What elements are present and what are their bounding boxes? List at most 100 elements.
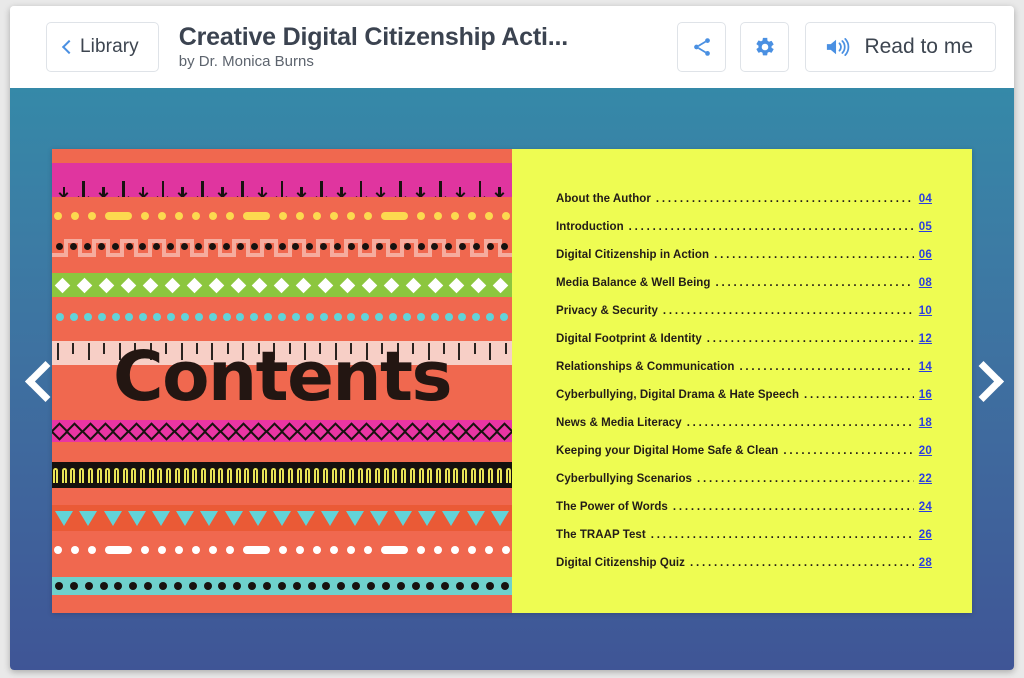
dash-mark (105, 546, 132, 554)
dot-mark (486, 582, 494, 590)
gear-icon (754, 36, 776, 58)
diamond-mark (208, 277, 224, 293)
dash-mark (417, 212, 425, 220)
chevron-left-icon (25, 364, 55, 394)
dash-mark (468, 546, 476, 554)
toc-entry[interactable]: Media Balance & Well Being..............… (556, 277, 932, 305)
toc-entry[interactable]: Keeping your Digital Home Safe & Clean..… (556, 445, 932, 473)
dot-mark (375, 313, 383, 321)
diamond-mark (449, 277, 465, 293)
settings-button[interactable] (740, 22, 789, 72)
toc-entry-title: The Power of Words (556, 501, 668, 513)
squiggle-mark (70, 468, 75, 483)
diamond-mark (471, 277, 487, 293)
dot-mark (293, 582, 301, 590)
toc-entry[interactable]: Digital Footprint & Identity............… (556, 333, 932, 361)
toc-entry[interactable]: Digital Citizenship Quiz................… (556, 557, 932, 585)
dot-mark (112, 313, 120, 321)
squiggle-mark (210, 468, 215, 483)
squiggle-mark (332, 468, 337, 483)
dot-mark (382, 582, 390, 590)
toc-entry[interactable]: Cyberbullying Scenarios.................… (556, 473, 932, 501)
toc-entry-title: Cyberbullying Scenarios (556, 473, 692, 485)
dot-mark (153, 243, 160, 250)
diamond-mark (77, 277, 93, 293)
dot-mark (248, 582, 256, 590)
toc-entry-title: Digital Citizenship in Action (556, 249, 709, 261)
next-page-button[interactable] (954, 88, 1014, 670)
dot-mark (308, 582, 316, 590)
toc-entry-page-number[interactable]: 12 (919, 333, 932, 345)
dot-mark (233, 582, 241, 590)
squiggle-mark (479, 468, 484, 483)
dot-mark (472, 313, 480, 321)
chevron-left-icon (62, 40, 71, 55)
toc-entry[interactable]: The TRAAP Test..........................… (556, 529, 932, 557)
dot-mark (412, 582, 420, 590)
read-to-me-button[interactable]: Read to me (805, 22, 996, 72)
toc-leader-dots: ........................................… (663, 306, 914, 318)
dot-mark (98, 313, 106, 321)
toc-entry-page-number[interactable]: 16 (919, 389, 932, 401)
dot-mark (306, 243, 313, 250)
decorative-teal-dot-band (52, 577, 512, 595)
toc-entry-title: The TRAAP Test (556, 529, 646, 541)
dot-mark (251, 243, 258, 250)
dot-mark (334, 313, 342, 321)
dash-mark (330, 212, 338, 220)
dot-mark (322, 582, 330, 590)
toc-entry[interactable]: Digital Citizenship in Action...........… (556, 249, 932, 277)
dot-mark (320, 313, 328, 321)
dot-mark (337, 582, 345, 590)
toc-entry-page-number[interactable]: 06 (919, 249, 932, 261)
dot-mark (139, 243, 146, 250)
toc-entry-page-number[interactable]: 24 (919, 501, 932, 513)
toc-entry[interactable]: Cyberbullying, Digital Drama & Hate Spee… (556, 389, 932, 417)
book-page-right[interactable]: About the Author........................… (512, 149, 972, 613)
toc-entry-page-number[interactable]: 26 (919, 529, 932, 541)
dot-mark (292, 313, 300, 321)
diamond-mark (274, 277, 290, 293)
dot-mark (223, 243, 230, 250)
squiggle-mark (253, 468, 258, 483)
toc-entry[interactable]: Relationships & Communication...........… (556, 361, 932, 389)
toc-entry[interactable]: News & Media Literacy...................… (556, 417, 932, 445)
toc-entry-page-number[interactable]: 20 (919, 445, 932, 457)
squiggle-mark (410, 468, 415, 483)
toc-entry-page-number[interactable]: 14 (919, 361, 932, 373)
previous-page-button[interactable] (10, 88, 70, 670)
toc-entry-page-number[interactable]: 10 (919, 305, 932, 317)
toc-entry-page-number[interactable]: 22 (919, 473, 932, 485)
dot-mark (292, 243, 299, 250)
toc-entry[interactable]: Introduction............................… (556, 221, 932, 249)
toc-entry-page-number[interactable]: 18 (919, 417, 932, 429)
squiggle-mark (349, 468, 354, 483)
triangle-down-mark (321, 511, 339, 526)
toc-entry-page-number[interactable]: 04 (919, 193, 932, 205)
dot-mark (352, 582, 360, 590)
share-button[interactable] (677, 22, 726, 72)
squiggle-mark (445, 468, 450, 483)
dot-mark (85, 582, 93, 590)
diamond-mark (296, 277, 312, 293)
dash-mark (330, 546, 338, 554)
toc-entry[interactable]: Privacy & Security......................… (556, 305, 932, 333)
dash-mark (158, 212, 166, 220)
back-to-library-button[interactable]: Library (46, 22, 159, 72)
dash-mark (279, 212, 287, 220)
toc-entry[interactable]: The Power of Words......................… (556, 501, 932, 529)
dot-mark (486, 313, 494, 321)
dot-mark (264, 313, 272, 321)
dot-mark (236, 313, 244, 321)
toc-entry[interactable]: About the Author........................… (556, 193, 932, 221)
toc-entry-page-number[interactable]: 28 (919, 557, 932, 569)
reader-toolbar: Library Creative Digital Citizenship Act… (10, 6, 1014, 88)
squiggle-mark (262, 468, 267, 483)
diamond-mark (362, 277, 378, 293)
toc-entry-page-number[interactable]: 08 (919, 277, 932, 289)
book-page-left[interactable]: Contents (52, 149, 512, 613)
diamond-mark (121, 277, 137, 293)
dash-mark (141, 546, 149, 554)
triangle-down-mark (79, 511, 97, 526)
toc-entry-page-number[interactable]: 05 (919, 221, 932, 233)
